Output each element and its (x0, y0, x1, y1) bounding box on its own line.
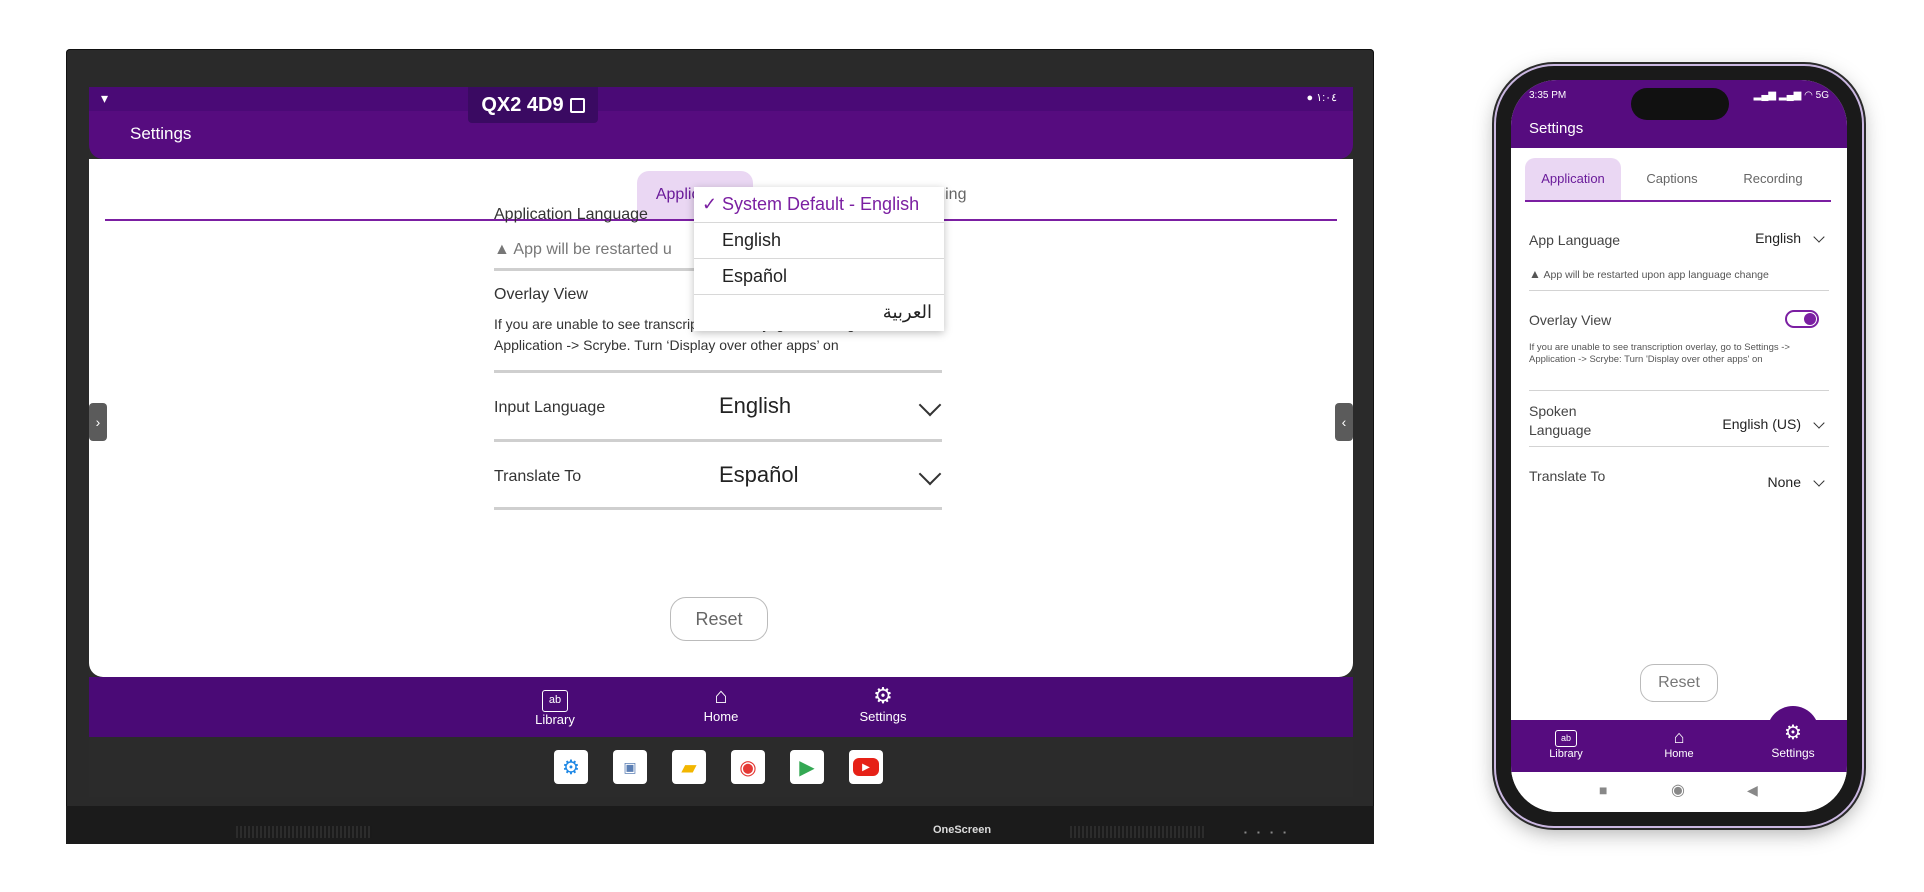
page-title: Settings (130, 124, 192, 143)
bottom-nav: ab Library ⌂ Home ⚙ Settings (89, 677, 1353, 737)
device-code: QX2 4D9 (481, 93, 564, 116)
app-language-label: Application Language (494, 206, 648, 223)
status-bar: ▾ ● ١:٠٤ (89, 87, 1353, 111)
gallery-icon[interactable]: ▣ (613, 750, 647, 784)
nav-library[interactable]: ab Library (515, 683, 595, 727)
home-circle-icon[interactable]: ◉ (1671, 780, 1685, 800)
dropdown-option-espanol[interactable]: Español (694, 259, 944, 295)
cast-icon (569, 97, 585, 113)
translate-to-label: Translate To (494, 468, 582, 485)
dropdown-option-arabic[interactable]: العربية (694, 295, 944, 331)
library-icon: ab (1531, 726, 1601, 748)
chrome-icon[interactable]: ◉ (731, 750, 765, 784)
translate-to-select[interactable]: Español (719, 454, 942, 502)
phone-tab-application[interactable]: Application (1525, 158, 1621, 200)
phone-overlay-view-label: Overlay View (1529, 312, 1612, 328)
phone-nav-library[interactable]: ab Library (1531, 726, 1601, 760)
overlay-view-label: Overlay View (494, 286, 588, 303)
language-dropdown-menu: ✓ System Default - English English Españ… (694, 187, 944, 331)
chevron-down-icon (1813, 475, 1825, 487)
files-icon[interactable]: ▰ (672, 750, 706, 784)
chevron-right-icon: › (95, 414, 101, 430)
library-icon: ab (515, 683, 595, 712)
chevron-down-icon (918, 393, 942, 417)
nav-home[interactable]: ⌂ Home (681, 683, 761, 724)
wifi-icon: ▾ (101, 90, 109, 106)
phone-spoken-language-label: Spoken Language (1529, 403, 1592, 438)
phone-app-language-label: App Language (1529, 232, 1621, 248)
input-language-value: English (719, 393, 792, 418)
app-bar: Settings (89, 111, 1353, 159)
warning-icon: ▲ (1529, 267, 1541, 281)
phone-app-language-select[interactable]: English (1721, 226, 1829, 252)
dropdown-option-english[interactable]: English (694, 223, 944, 259)
taskbar: ⚙ ▣ ▰ ◉ ▶ ▶ (89, 737, 1353, 797)
divider (1529, 390, 1829, 391)
phone-tab-recording[interactable]: Recording (1725, 158, 1821, 200)
play-store-icon[interactable]: ▶ (790, 750, 824, 784)
gear-icon: ⚙ (873, 683, 893, 708)
phone-app-bar: 3:35 PM ▂▄▆ ▂▄▆ ◠ 5G Settings (1511, 80, 1847, 148)
chevron-down-icon (1813, 231, 1825, 243)
phone-restart-warning: ▲ App will be restarted upon app languag… (1529, 267, 1769, 281)
phone-nav-home[interactable]: ⌂ Home (1644, 726, 1714, 760)
back-icon[interactable]: ◀ (1747, 782, 1758, 799)
phone-screen: 3:35 PM ▂▄▆ ▂▄▆ ◠ 5G Settings Applicatio… (1511, 80, 1847, 812)
phone-page-title: Settings (1529, 120, 1584, 137)
youtube-icon[interactable]: ▶ (849, 750, 883, 784)
phone-nav-settings[interactable]: ⚙ Settings (1758, 720, 1828, 760)
dropdown-option-system-default[interactable]: ✓ System Default - English (694, 187, 944, 223)
divider (494, 507, 942, 510)
divider (1529, 446, 1829, 447)
divider (1529, 290, 1829, 291)
right-drawer-handle[interactable]: ‹ (1335, 403, 1353, 441)
overlay-view-toggle[interactable] (1785, 310, 1819, 328)
settings-content: Application Captions Recording Applicati… (89, 159, 1353, 677)
phone-tab-bar: Application Captions Recording (1525, 158, 1831, 202)
status-clock: ● ١:٠٤ (1306, 92, 1337, 104)
dynamic-island (1631, 88, 1729, 120)
input-language-label: Input Language (494, 399, 606, 416)
translate-to-value: Español (719, 462, 799, 487)
chevron-down-icon (1813, 417, 1825, 429)
phone-status-time: 3:35 PM (1529, 90, 1567, 101)
home-icon: ⌂ (714, 683, 728, 708)
warning-icon: ▲ (494, 241, 510, 258)
divider (494, 268, 694, 271)
phone-nav-items: ab Library ⌂ Home ⚙ Settings (1511, 720, 1847, 772)
phone-translate-to-select[interactable]: None (1721, 470, 1829, 496)
device-code-badge: QX2 4D9 (468, 87, 598, 123)
phone-status-icons: ▂▄▆ ▂▄▆ ◠ 5G (1753, 90, 1829, 101)
phone-tab-captions[interactable]: Captions (1631, 158, 1713, 200)
phone-system-nav: ■ ◉ ◀ (1511, 772, 1847, 812)
left-drawer-handle[interactable]: › (89, 403, 107, 441)
recents-icon[interactable]: ■ (1599, 782, 1607, 798)
phone-translate-to-label: Translate To (1529, 468, 1606, 484)
divider (494, 370, 942, 373)
tablet-screen: ▾ ● ١:٠٤ Settings QX2 4D9 Application Ca… (89, 87, 1353, 797)
restart-warning: ▲ App will be restarted u (494, 241, 672, 258)
input-language-select[interactable]: English (719, 385, 942, 433)
check-icon: ✓ (702, 194, 718, 214)
phone-reset-button[interactable]: Reset (1640, 664, 1718, 702)
phone-overlay-hint: If you are unable to see transcription o… (1529, 342, 1790, 365)
toggle-knob (1804, 313, 1816, 325)
chevron-left-icon: ‹ (1341, 414, 1347, 430)
monitor-ports: ▪ ▪ ▪ ▪ (1244, 828, 1291, 837)
home-icon: ⌂ (1673, 727, 1685, 747)
gear-icon: ⚙ (1784, 722, 1802, 744)
reset-button[interactable]: Reset (670, 597, 768, 641)
nav-settings[interactable]: ⚙ Settings (843, 683, 923, 724)
phone-spoken-language-select[interactable]: English (US) (1671, 412, 1829, 438)
divider (494, 439, 942, 442)
chevron-down-icon (918, 462, 942, 486)
settings-icon[interactable]: ⚙ (554, 750, 588, 784)
